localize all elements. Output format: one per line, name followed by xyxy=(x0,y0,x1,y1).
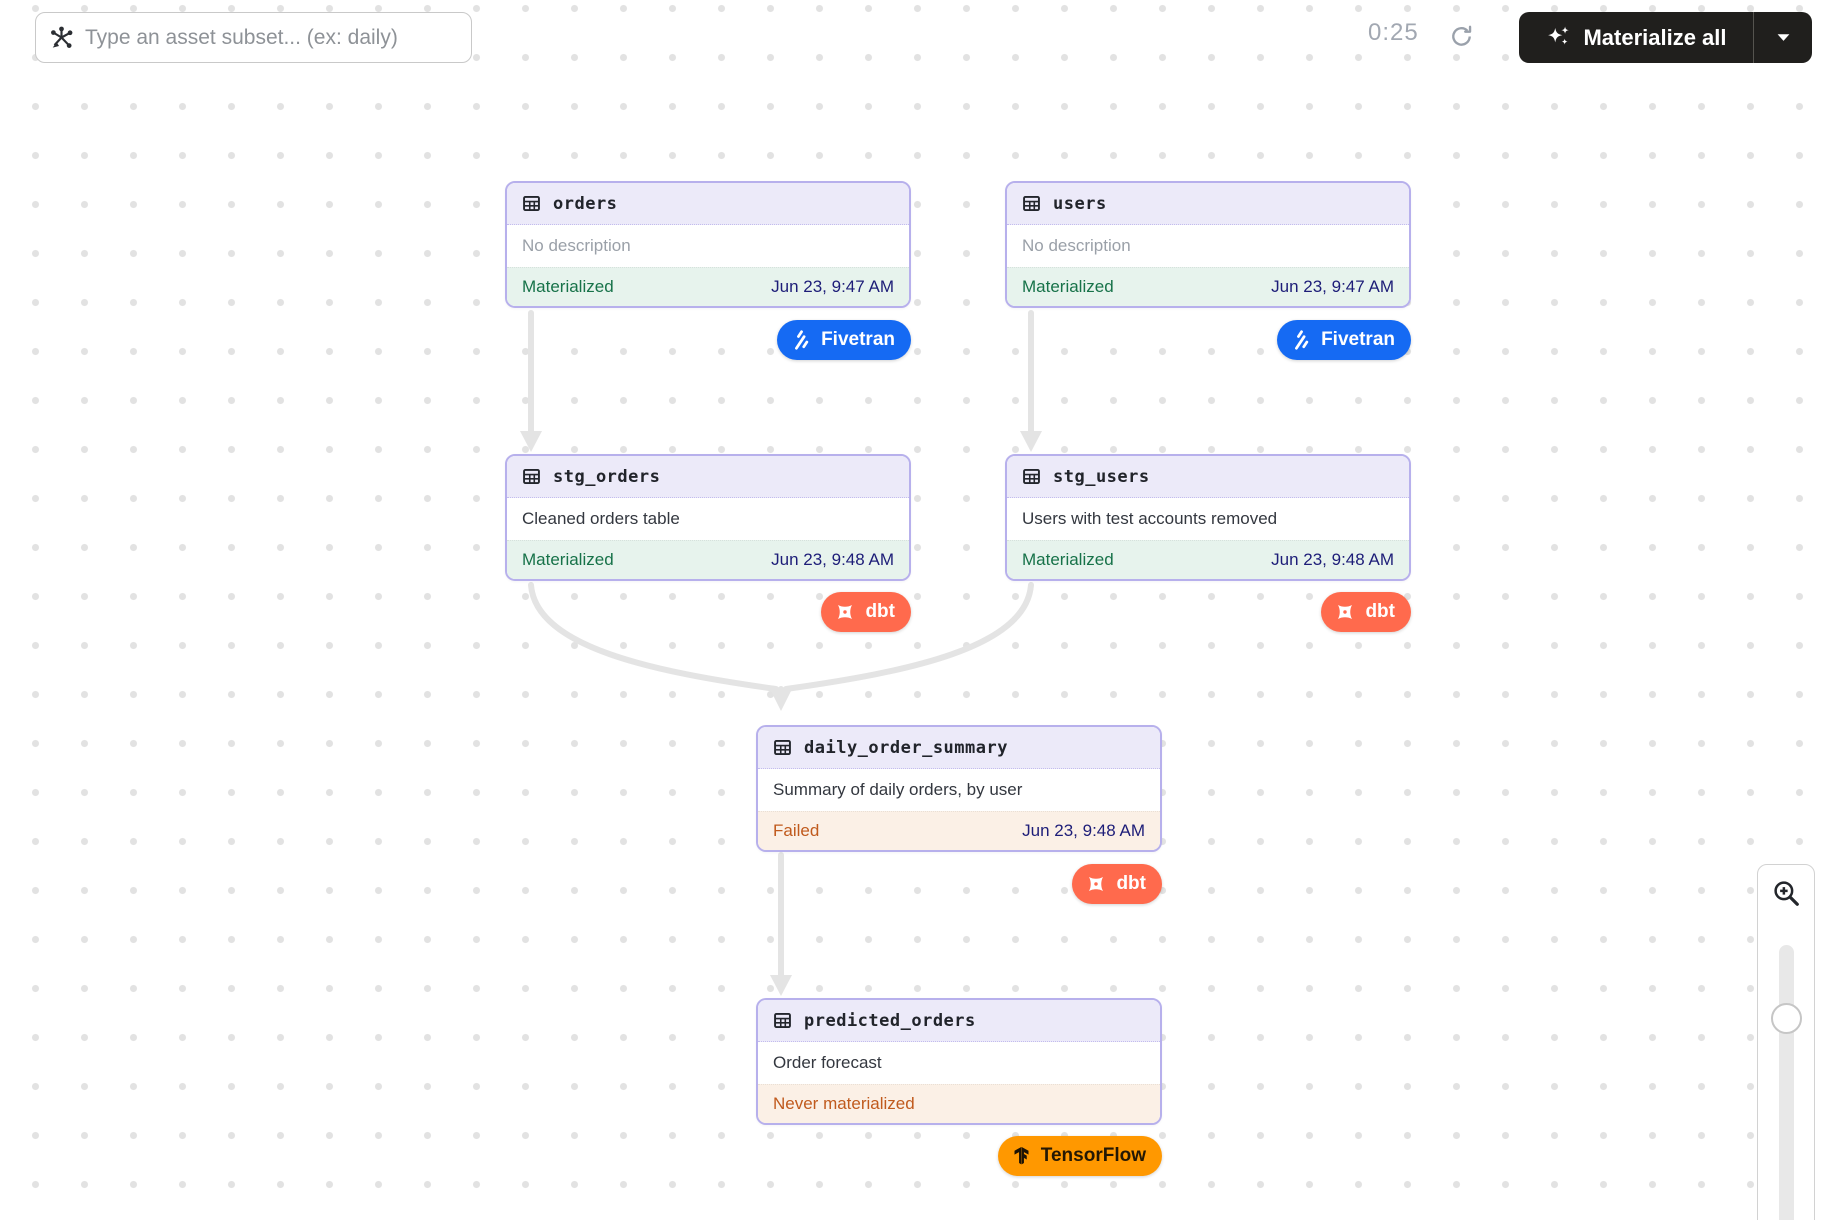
fivetran-icon xyxy=(790,329,812,351)
table-icon xyxy=(772,737,793,758)
table-icon xyxy=(521,193,542,214)
materialization-timestamp: Jun 23, 9:48 AM xyxy=(771,550,894,570)
fivetran-badge[interactable]: Fivetran xyxy=(1277,320,1411,360)
materialize-all-label: Materialize all xyxy=(1583,25,1726,51)
search-input[interactable] xyxy=(85,26,459,50)
edge-stg_orders-daily xyxy=(531,585,776,689)
dbt-badge[interactable]: dbt xyxy=(1072,864,1162,904)
tensorflow-badge[interactable]: TensorFlow xyxy=(998,1136,1162,1176)
node-header: stg_users xyxy=(1007,456,1409,498)
dbt-icon xyxy=(1085,873,1107,895)
asset-name: stg_orders xyxy=(553,467,660,487)
asset-name: stg_users xyxy=(1053,467,1150,487)
table-icon xyxy=(1021,466,1042,487)
node-header: users xyxy=(1007,183,1409,225)
table-icon xyxy=(521,466,542,487)
fivetran-icon xyxy=(1290,329,1312,351)
node-header: orders xyxy=(507,183,909,225)
materialize-options-button[interactable] xyxy=(1754,12,1812,63)
asset-lineage-canvas[interactable]: 0:25 Materialize all xyxy=(0,0,1834,1220)
table-icon xyxy=(772,1010,793,1031)
materialization-timestamp: Jun 23, 9:48 AM xyxy=(1271,550,1394,570)
asset-description: Users with test accounts removed xyxy=(1007,498,1409,540)
status-badge: Materialized xyxy=(522,550,614,570)
asset-node-orders[interactable]: orders No description Materialized Jun 2… xyxy=(505,181,911,308)
materialize-all-button[interactable]: Materialize all xyxy=(1519,12,1753,63)
asset-name: users xyxy=(1053,194,1107,214)
dbt-icon xyxy=(1334,601,1356,623)
edge-stg_users-daily xyxy=(786,585,1031,689)
arrowhead xyxy=(770,975,792,996)
badge-label: dbt xyxy=(1365,601,1395,623)
node-footer: Materialized Jun 23, 9:47 AM xyxy=(507,267,909,306)
materialization-timestamp: Jun 23, 9:48 AM xyxy=(1022,821,1145,841)
arrowhead xyxy=(1020,431,1042,452)
asset-description: No description xyxy=(507,225,909,267)
asset-name: predicted_orders xyxy=(804,1011,976,1031)
asset-filter-searchbar[interactable] xyxy=(35,12,472,63)
node-header: predicted_orders xyxy=(758,1000,1160,1042)
fivetran-badge[interactable]: Fivetran xyxy=(777,320,911,360)
node-header: stg_orders xyxy=(507,456,909,498)
asset-description: Order forecast xyxy=(758,1042,1160,1084)
zoom-slider-panel xyxy=(1757,921,1815,1220)
asset-description: No description xyxy=(1007,225,1409,267)
refresh-icon xyxy=(1448,23,1475,50)
asset-description: Summary of daily orders, by user xyxy=(758,769,1160,811)
tensorflow-icon xyxy=(1011,1146,1032,1167)
status-badge: Materialized xyxy=(1022,277,1114,297)
materialization-timestamp: Jun 23, 9:47 AM xyxy=(1271,277,1394,297)
node-footer: Failed Jun 23, 9:48 AM xyxy=(758,811,1160,850)
badge-label: TensorFlow xyxy=(1041,1145,1146,1167)
node-footer: Materialized Jun 23, 9:47 AM xyxy=(1007,267,1409,306)
asset-name: daily_order_summary xyxy=(804,738,1008,758)
arrowhead xyxy=(770,689,792,711)
asset-node-stg_users[interactable]: stg_users Users with test accounts remov… xyxy=(1005,454,1411,581)
status-badge: Materialized xyxy=(522,277,614,297)
node-footer: Materialized Jun 23, 9:48 AM xyxy=(507,540,909,579)
arrowhead xyxy=(520,431,542,452)
table-icon xyxy=(1021,193,1042,214)
sparkles-icon xyxy=(1545,24,1572,51)
dbt-badge[interactable]: dbt xyxy=(1321,592,1411,632)
status-badge: Never materialized xyxy=(773,1094,915,1114)
asset-node-daily_order_summary[interactable]: daily_order_summary Summary of daily ord… xyxy=(756,725,1162,852)
dbt-icon xyxy=(834,601,856,623)
asset-node-stg_orders[interactable]: stg_orders Cleaned orders table Material… xyxy=(505,454,911,581)
zoom-slider-thumb[interactable] xyxy=(1771,1003,1802,1034)
badge-label: dbt xyxy=(865,601,895,623)
refresh-timer: 0:25 xyxy=(1368,19,1419,47)
zoom-in-button[interactable] xyxy=(1757,864,1815,922)
badge-label: dbt xyxy=(1116,873,1146,895)
zoom-slider-track[interactable] xyxy=(1779,945,1794,1220)
node-footer: Never materialized xyxy=(758,1084,1160,1123)
status-badge: Materialized xyxy=(1022,550,1114,570)
asset-name: orders xyxy=(553,194,617,214)
node-header: daily_order_summary xyxy=(758,727,1160,769)
asset-description: Cleaned orders table xyxy=(507,498,909,540)
refresh-button[interactable] xyxy=(1445,20,1477,52)
asset-node-users[interactable]: users No description Materialized Jun 23… xyxy=(1005,181,1411,308)
badge-label: Fivetran xyxy=(821,329,895,351)
chevron-down-icon xyxy=(1776,32,1791,43)
magnifier-plus-icon xyxy=(1771,878,1801,908)
status-badge: Failed xyxy=(773,821,819,841)
node-footer: Materialized Jun 23, 9:48 AM xyxy=(1007,540,1409,579)
badge-label: Fivetran xyxy=(1321,329,1395,351)
dbt-badge[interactable]: dbt xyxy=(821,592,911,632)
asset-graph-icon xyxy=(48,24,75,51)
asset-node-predicted_orders[interactable]: predicted_orders Order forecast Never ma… xyxy=(756,998,1162,1125)
materialize-all-split-button: Materialize all xyxy=(1519,12,1812,63)
materialization-timestamp: Jun 23, 9:47 AM xyxy=(771,277,894,297)
